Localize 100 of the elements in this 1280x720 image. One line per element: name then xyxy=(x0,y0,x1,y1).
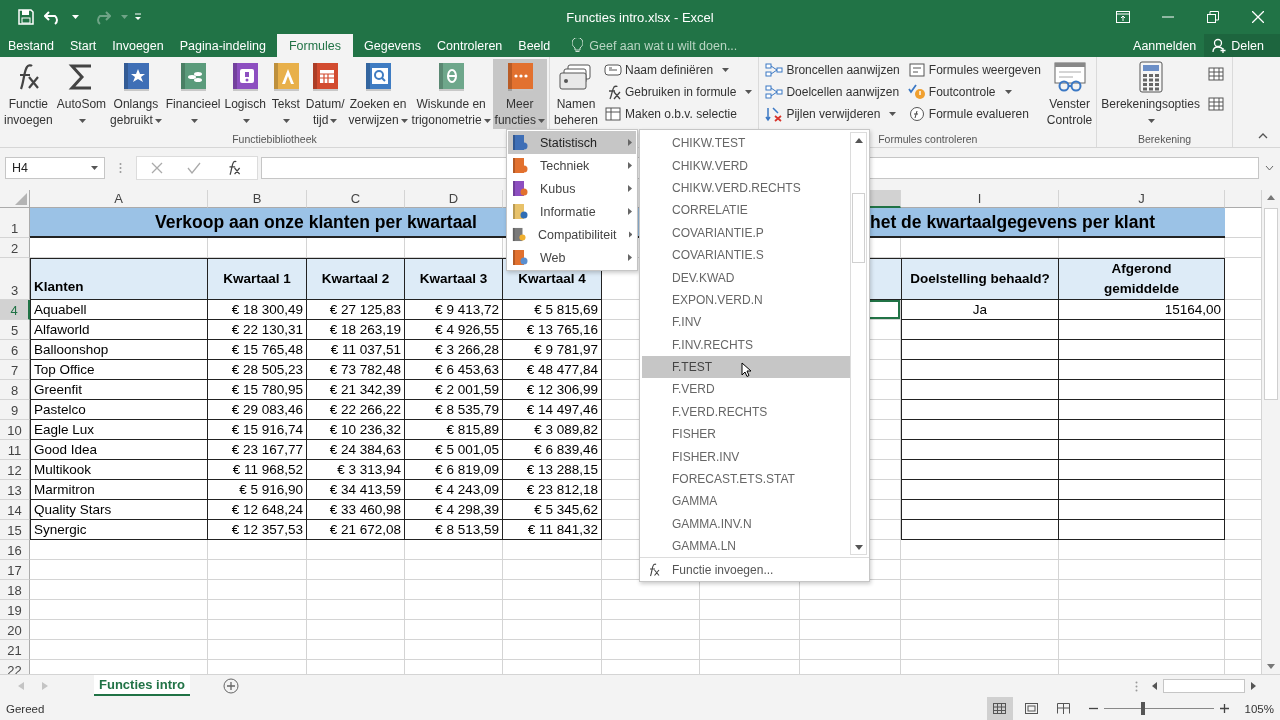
ribbon-button[interactable]: Gebruiken in formule xyxy=(604,81,753,103)
row-header[interactable]: 10 xyxy=(0,420,30,440)
ribbon-button[interactable]: Tekst xyxy=(267,59,304,129)
function-list-item[interactable]: CHIKW.VERD.RECHTS xyxy=(642,176,850,200)
ribbon-button[interactable]: Wiskunde en trigonometrie xyxy=(409,59,493,129)
customize-icon[interactable] xyxy=(134,13,142,21)
ribbon-tab[interactable]: Bestand xyxy=(0,34,62,57)
column-header[interactable]: J xyxy=(1059,190,1225,208)
ribbon-button[interactable]: Functie invoegen xyxy=(2,59,55,129)
row-header[interactable]: 14 xyxy=(0,500,30,520)
row-header[interactable]: 2 xyxy=(0,238,30,258)
ribbon-button[interactable]: Namen beheren xyxy=(551,59,600,129)
column-header[interactable]: B xyxy=(208,190,307,208)
row-header[interactable]: 3 xyxy=(0,258,30,300)
grip-icon[interactable] xyxy=(1135,680,1138,692)
scrollbar[interactable] xyxy=(1262,190,1280,674)
row-header[interactable]: 11 xyxy=(0,440,30,460)
ribbon-button[interactable]: Datum/ tijd xyxy=(303,59,347,129)
row-header[interactable]: 12 xyxy=(0,460,30,480)
row-header[interactable]: 17 xyxy=(0,560,30,580)
view-button[interactable] xyxy=(986,697,1013,720)
column-header[interactable] xyxy=(1225,190,1262,208)
menu-item[interactable]: Kubus xyxy=(508,177,636,200)
function-list-item[interactable]: CHIKW.TEST xyxy=(642,132,850,155)
function-list-item[interactable]: F.VERD.RECHTS xyxy=(642,400,850,424)
name-box[interactable]: H4 xyxy=(5,157,105,179)
scroll-up-icon[interactable] xyxy=(854,137,863,143)
scroll-left-icon[interactable] xyxy=(1152,682,1157,690)
row-header[interactable]: 21 xyxy=(0,640,30,660)
scroll-down-icon[interactable] xyxy=(854,544,863,550)
ribbon-button[interactable]: Formules weergeven xyxy=(907,59,1041,81)
check-icon[interactable] xyxy=(187,162,201,174)
function-list-item[interactable]: FISHER xyxy=(642,423,850,446)
function-list-item[interactable]: GAMMA xyxy=(642,490,850,513)
column-header[interactable]: D xyxy=(405,190,503,208)
row-header[interactable]: 4 xyxy=(0,300,30,320)
row-header[interactable]: 1 xyxy=(0,208,30,238)
collapse-icon[interactable] xyxy=(1258,133,1268,139)
row-header[interactable]: 18 xyxy=(0,580,30,600)
scroll-down-icon[interactable] xyxy=(1267,664,1275,669)
caret-icon[interactable] xyxy=(72,15,79,19)
ribbon-icon-button[interactable] xyxy=(1205,95,1226,113)
sheet-tab[interactable]: Functies intro xyxy=(94,675,190,696)
sign-in-link[interactable]: Aanmelden xyxy=(1125,34,1205,57)
ribbon-button[interactable]: Venster Controle xyxy=(1044,59,1095,129)
ribbon-button[interactable]: Broncellen aanwijzen xyxy=(765,59,900,81)
slider-thumb[interactable] xyxy=(1141,702,1146,715)
share-button[interactable]: Delen xyxy=(1204,34,1280,57)
row-header[interactable]: 16 xyxy=(0,540,30,560)
ribbon-tab[interactable]: Gegevens xyxy=(356,34,429,57)
function-list-item[interactable]: F.INV xyxy=(642,311,850,334)
scroll-up-icon[interactable] xyxy=(1267,195,1275,200)
menu-item[interactable]: Statistisch xyxy=(508,131,636,154)
column-header[interactable]: I xyxy=(901,190,1059,208)
insert-function-item[interactable]: Functie invoegen... xyxy=(640,557,869,581)
ribbon-tab[interactable]: Controleren xyxy=(429,34,511,57)
save-icon[interactable] xyxy=(18,9,34,25)
ribbon-tab[interactable]: Formules xyxy=(276,34,353,57)
function-list-item[interactable]: F.INV.RECHTS xyxy=(642,333,850,356)
ribbon-button[interactable]: Onlangs gebruikt xyxy=(108,59,164,129)
row-header[interactable]: 6 xyxy=(0,340,30,360)
ribbon-button[interactable]: Meer functies xyxy=(492,59,547,129)
ribbon-button[interactable]: Doelcellen aanwijzen xyxy=(765,81,900,103)
row-header[interactable]: 5 xyxy=(0,320,30,340)
function-list-item[interactable]: COVARIANTIE.S xyxy=(642,243,850,267)
row-header[interactable]: 20 xyxy=(0,620,30,640)
expand-icon[interactable] xyxy=(1265,165,1274,171)
ribbon-button[interactable]: Pijlen verwijderen xyxy=(765,103,900,125)
function-list-item[interactable]: DEV.KWAD xyxy=(642,266,850,289)
function-list-item[interactable]: F.VERD xyxy=(642,378,850,401)
ribbon-button[interactable]: AutoSom xyxy=(54,59,109,129)
function-list-item[interactable]: GAMMA.LN xyxy=(642,535,850,558)
row-header[interactable]: 15 xyxy=(0,520,30,540)
function-list-item[interactable]: EXPON.VERD.N xyxy=(642,288,850,312)
ribbon-tab[interactable]: Pagina-indeling xyxy=(171,34,274,57)
row-header[interactable]: 19 xyxy=(0,600,30,620)
function-list-item[interactable]: GAMMA.INV.N xyxy=(642,512,850,536)
scrollbar[interactable] xyxy=(850,132,867,555)
ribbon-button[interactable]: Zoeken en verwijzen xyxy=(346,59,410,129)
ribbon-icon-button[interactable] xyxy=(1205,65,1226,83)
ribbon-tab[interactable]: Invoegen xyxy=(104,34,172,57)
function-list-item[interactable]: F.TEST xyxy=(642,355,850,379)
function-list-item[interactable]: FORECAST.ETS.STAT xyxy=(642,467,850,491)
scroll-thumb[interactable] xyxy=(852,193,865,263)
zoom-level[interactable]: 105% xyxy=(1244,702,1274,715)
ribbon-button[interactable]: Formule evalueren xyxy=(907,103,1041,125)
ribbon-button[interactable]: Foutcontrole xyxy=(907,81,1041,103)
row-header[interactable]: 7 xyxy=(0,360,30,380)
ribbon-button[interactable]: Naam definiëren xyxy=(604,59,753,81)
ribbon-tab[interactable]: Start xyxy=(61,34,105,57)
scroll-right-icon[interactable] xyxy=(1251,682,1256,690)
column-header[interactable]: A xyxy=(30,190,208,208)
function-list-item[interactable]: CHIKW.VERD xyxy=(642,154,850,177)
menu-item[interactable]: Techniek xyxy=(508,154,636,177)
search-field[interactable]: Geef aan wat u wilt doen... xyxy=(589,38,790,53)
row-header[interactable]: 8 xyxy=(0,380,30,400)
function-list-item[interactable]: FISHER.INV xyxy=(642,445,850,468)
row-header[interactable]: 13 xyxy=(0,480,30,500)
zoom-in-icon[interactable] xyxy=(1219,704,1229,713)
ribbon-button[interactable]: Maken o.b.v. selectie xyxy=(604,103,753,125)
